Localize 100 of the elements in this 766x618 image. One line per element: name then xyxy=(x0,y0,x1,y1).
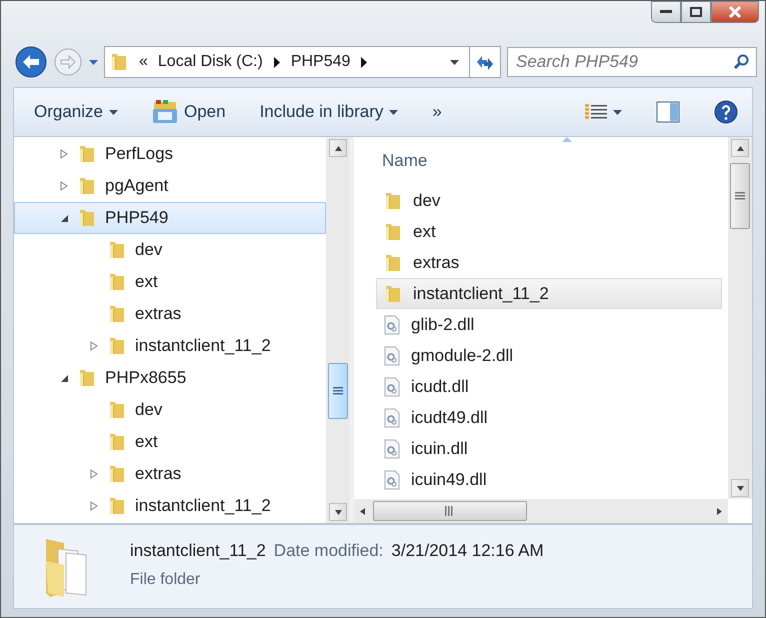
date-value: 3/21/2014 12:16 AM xyxy=(391,541,544,561)
date-label: Date modified: xyxy=(274,541,384,561)
folder-icon xyxy=(109,52,129,72)
folder-icon xyxy=(107,432,127,452)
minimize-icon xyxy=(660,10,672,14)
folder-icon xyxy=(77,368,97,388)
scrollbar[interactable] xyxy=(326,137,350,523)
address-dropdown-icon[interactable] xyxy=(450,58,459,66)
maximize-button[interactable] xyxy=(681,1,711,23)
tree-item[interactable]: instantclient_11_2 xyxy=(14,490,326,522)
folder-icon xyxy=(107,496,127,516)
view-button[interactable] xyxy=(585,103,622,121)
scroll-left-icon[interactable] xyxy=(358,506,367,516)
tree-item[interactable]: PHPx8655 xyxy=(14,362,326,394)
collapse-icon[interactable] xyxy=(60,214,68,222)
file-item[interactable]: glib-2.dll xyxy=(376,309,722,340)
tree-item[interactable]: ext xyxy=(14,266,326,298)
search-icon xyxy=(733,54,749,70)
expand-icon[interactable] xyxy=(60,149,68,159)
file-item[interactable]: icuin49.dll xyxy=(376,464,722,495)
overflow-crumbs[interactable]: « xyxy=(139,53,148,71)
file-item[interactable]: dev xyxy=(376,185,722,216)
file-icon xyxy=(383,408,401,428)
file-item[interactable]: instantclient_11_2 xyxy=(376,278,722,309)
expand-icon[interactable] xyxy=(90,501,98,511)
scroll-thumb[interactable] xyxy=(328,363,348,419)
file-icon xyxy=(383,438,401,458)
breadcrumb[interactable]: PHP549 xyxy=(290,53,350,71)
expand-icon[interactable] xyxy=(60,181,68,191)
preview-pane-icon[interactable] xyxy=(656,101,680,123)
back-button[interactable] xyxy=(15,46,47,78)
file-item[interactable]: extras xyxy=(376,247,722,278)
file-item[interactable]: gmodule-2.dll xyxy=(376,340,722,371)
expand-icon[interactable] xyxy=(90,341,98,351)
tree-item[interactable]: dev xyxy=(14,394,326,426)
details-view-icon xyxy=(585,103,607,121)
file-icon xyxy=(383,346,401,366)
close-button[interactable] xyxy=(711,1,759,23)
breadcrumb-arrow-icon[interactable] xyxy=(360,56,368,68)
scroll-right-icon[interactable] xyxy=(715,506,724,516)
breadcrumb[interactable]: Local Disk (C:) xyxy=(158,53,263,71)
file-icon xyxy=(383,314,401,334)
scroll-down-icon[interactable] xyxy=(736,484,744,492)
file-icon xyxy=(383,470,401,490)
scroll-down-button[interactable] xyxy=(731,479,749,497)
folder-icon xyxy=(107,400,127,420)
open-button[interactable]: Open xyxy=(152,100,226,124)
scroll-up-icon[interactable] xyxy=(334,144,342,152)
tree-item[interactable]: dev xyxy=(14,234,326,266)
history-caret-icon[interactable] xyxy=(89,60,98,64)
file-item[interactable]: icudt49.dll xyxy=(376,402,722,433)
folder-icon xyxy=(107,336,127,356)
tree-item[interactable]: extras xyxy=(14,458,326,490)
toolbar-menu-button[interactable]: Organize xyxy=(34,102,118,122)
address-bar[interactable]: « Local Disk (C:) PHP549 xyxy=(104,46,501,78)
file-item[interactable]: icuin.dll xyxy=(376,433,722,464)
scroll-thumb[interactable] xyxy=(373,501,527,521)
folder-icon xyxy=(77,208,97,228)
scroll-down-button[interactable] xyxy=(329,503,347,521)
sort-arrow-icon xyxy=(562,137,572,142)
dropdown-caret-icon[interactable] xyxy=(108,110,118,114)
tree-item[interactable]: instantclient_11_2 xyxy=(14,330,326,362)
item-name: instantclient_11_2 xyxy=(130,541,266,561)
folder-icon xyxy=(383,190,403,210)
grip-icon xyxy=(445,506,455,516)
toolbar-menu-button[interactable]: Include in library xyxy=(260,102,398,122)
dropdown-caret-icon[interactable] xyxy=(389,110,398,114)
folder-icon xyxy=(383,252,403,272)
horizontal-scrollbar[interactable] xyxy=(354,499,728,523)
scroll-up-icon[interactable] xyxy=(736,144,744,152)
search-field[interactable]: Search PHP549 xyxy=(507,47,757,77)
scroll-down-icon[interactable] xyxy=(334,508,342,516)
collapse-icon[interactable] xyxy=(60,374,68,382)
close-icon xyxy=(728,6,742,18)
folder-icon xyxy=(107,304,127,324)
grip-icon xyxy=(735,192,745,200)
file-icon xyxy=(383,376,401,396)
scroll-up-button[interactable] xyxy=(731,139,749,157)
scroll-up-button[interactable] xyxy=(329,139,347,157)
expand-icon[interactable] xyxy=(90,469,98,479)
maximize-icon xyxy=(690,7,702,17)
open-icon xyxy=(152,100,178,124)
tree-item[interactable]: pgAgent xyxy=(14,170,326,202)
tree-item[interactable]: PHP549 xyxy=(14,202,326,234)
more-button[interactable]: » xyxy=(432,102,442,122)
folder-icon xyxy=(107,240,127,260)
view-caret-icon[interactable] xyxy=(613,110,622,114)
tree-item[interactable]: PerfLogs xyxy=(14,138,326,170)
tree-item[interactable]: extras xyxy=(14,298,326,330)
tree-item[interactable]: ext xyxy=(14,426,326,458)
scrollbar[interactable] xyxy=(728,137,752,499)
name-column-header[interactable]: Name xyxy=(376,137,728,185)
minimize-button[interactable] xyxy=(651,1,681,23)
breadcrumb-arrow-icon[interactable] xyxy=(272,56,281,68)
folder-icon xyxy=(77,144,97,164)
folder-icon xyxy=(383,284,403,304)
file-item[interactable]: icudt.dll xyxy=(376,371,722,402)
file-item[interactable]: ext xyxy=(376,216,722,247)
help-icon[interactable] xyxy=(714,100,738,124)
scroll-thumb[interactable] xyxy=(730,163,750,229)
